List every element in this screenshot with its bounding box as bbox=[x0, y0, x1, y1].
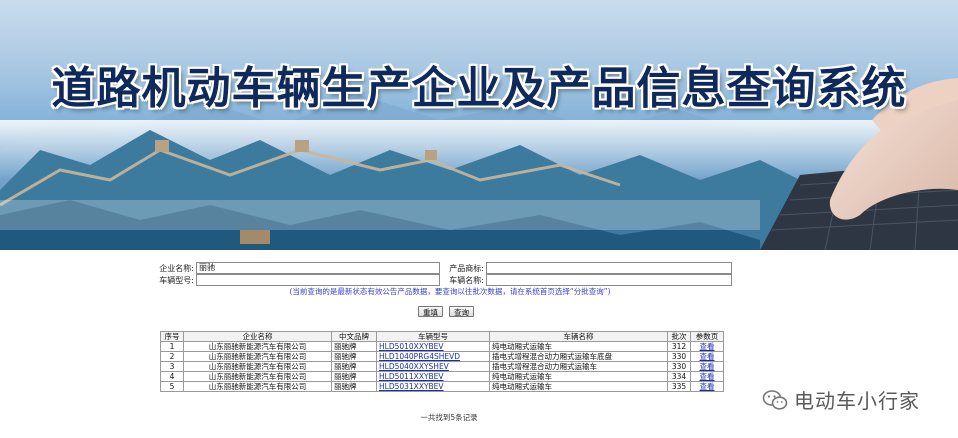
view-params-link[interactable]: 查看 bbox=[700, 382, 715, 391]
cell-no: 5 bbox=[160, 381, 184, 392]
model-row: 车辆型号: bbox=[150, 274, 440, 286]
header-model: 车辆型号 bbox=[376, 331, 490, 342]
vehicle-name-row: 车辆名称: bbox=[440, 274, 732, 286]
view-params-link[interactable]: 查看 bbox=[700, 362, 715, 371]
vehicle-model-link[interactable]: HLD5040XXYSHEV bbox=[379, 362, 449, 371]
search-button[interactable]: 查询 bbox=[449, 306, 474, 317]
vehicle-model-link[interactable]: HLD1040PRG4SHEVD bbox=[379, 352, 460, 361]
header-banner: 道路机动车辆生产企业及产品信息查询系统 bbox=[0, 0, 958, 250]
cell-vehicle-name: 插电式增程混合动力厢式运输车底盘 bbox=[489, 351, 668, 362]
cell-batch: 330 bbox=[667, 351, 691, 362]
header-vehicle-name: 车辆名称 bbox=[489, 331, 668, 342]
cell-vehicle-name: 纯电动厢式运输车 bbox=[489, 381, 668, 392]
cell-brand: 丽驰牌 bbox=[331, 381, 377, 392]
company-label: 企业名称: bbox=[159, 263, 194, 273]
cell-company: 山东丽驰新能源汽车有限公司 bbox=[183, 381, 332, 392]
company-row: 企业名称: bbox=[150, 262, 440, 274]
trademark-input[interactable] bbox=[486, 262, 732, 274]
header-batch: 批次 bbox=[667, 331, 691, 342]
table-row: 5 山东丽驰新能源汽车有限公司 丽驰牌 HLD5031XXYBEV 纯电动厢式运… bbox=[160, 381, 724, 392]
vehicle-name-input[interactable] bbox=[486, 274, 732, 286]
table-row: 2 山东丽驰新能源汽车有限公司 丽驰牌 HLD1040PRG4SHEVD 插电式… bbox=[160, 351, 724, 362]
cell-company: 山东丽驰新能源汽车有限公司 bbox=[183, 371, 332, 382]
cell-brand: 丽驰牌 bbox=[331, 341, 377, 352]
cell-brand: 丽驰牌 bbox=[331, 351, 377, 362]
results-table: 序号 企业名称 中文品牌 车辆型号 车辆名称 批次 参数页 1 山东丽驰新能源汽… bbox=[160, 331, 724, 392]
vehicle-name-label: 车辆名称: bbox=[449, 275, 484, 285]
trademark-row: 产品商标: bbox=[440, 262, 732, 274]
vehicle-model-link[interactable]: HLD5011XXYBEV bbox=[379, 372, 444, 381]
reset-button[interactable]: 重填 bbox=[418, 306, 443, 317]
header-params: 参数页 bbox=[690, 331, 724, 342]
model-label: 车辆型号: bbox=[159, 275, 194, 285]
company-name-input[interactable] bbox=[196, 262, 440, 274]
header-company: 企业名称 bbox=[183, 331, 332, 342]
cell-batch: 330 bbox=[667, 361, 691, 372]
cell-batch: 312 bbox=[667, 341, 691, 352]
query-notice: (当前查询的是最新状态有效公告产品数据，要查询以往批次数据，请在系统首页选择“分… bbox=[289, 287, 611, 296]
vehicle-model-link[interactable]: HLD5010XXYBEV bbox=[379, 342, 444, 351]
cell-brand: 丽驰牌 bbox=[331, 371, 377, 382]
page-title: 道路机动车辆生产企业及产品信息查询系统 bbox=[51, 63, 907, 114]
view-params-link[interactable]: 查看 bbox=[700, 352, 715, 361]
table-header-row: 序号 企业名称 中文品牌 车辆型号 车辆名称 批次 参数页 bbox=[160, 331, 724, 342]
trademark-label: 产品商标: bbox=[449, 263, 484, 273]
cell-no: 2 bbox=[160, 351, 184, 362]
vehicle-model-input[interactable] bbox=[196, 274, 440, 286]
great-wall-landscape-image bbox=[0, 78, 958, 250]
cell-batch: 335 bbox=[667, 381, 691, 392]
view-params-link[interactable]: 查看 bbox=[700, 342, 715, 351]
view-params-link[interactable]: 查看 bbox=[700, 372, 715, 381]
header-brand: 中文品牌 bbox=[331, 331, 377, 342]
cell-no: 3 bbox=[160, 361, 184, 372]
cell-company: 山东丽驰新能源汽车有限公司 bbox=[183, 361, 332, 372]
cell-batch: 334 bbox=[667, 371, 691, 382]
cell-vehicle-name: 纯电动厢式运输车 bbox=[489, 371, 668, 382]
cell-brand: 丽驰牌 bbox=[331, 361, 377, 372]
watermark: 电动车小行家 bbox=[762, 385, 920, 414]
cell-vehicle-name: 纯电动厢式运输车 bbox=[489, 341, 668, 352]
table-row: 4 山东丽驰新能源汽车有限公司 丽驰牌 HLD5011XXYBEV 纯电动厢式运… bbox=[160, 371, 724, 382]
watermark-text: 电动车小行家 bbox=[794, 389, 920, 413]
header-no: 序号 bbox=[160, 331, 184, 342]
vehicle-model-link[interactable]: HLD5031XXYBEV bbox=[379, 382, 444, 391]
cell-company: 山东丽驰新能源汽车有限公司 bbox=[183, 351, 332, 362]
cell-vehicle-name: 插电式增程混合动力厢式运输车 bbox=[489, 361, 668, 372]
table-row: 3 山东丽驰新能源汽车有限公司 丽驰牌 HLD5040XXYSHEV 插电式增程… bbox=[160, 361, 724, 372]
table-row: 1 山东丽驰新能源汽车有限公司 丽驰牌 HLD5010XXYBEV 纯电动厢式运… bbox=[160, 341, 724, 352]
wechat-icon bbox=[762, 389, 788, 410]
form-buttons: 重填 查询 bbox=[418, 306, 474, 317]
cell-no: 1 bbox=[160, 341, 184, 352]
record-count: 一共找到5条记录 bbox=[420, 413, 478, 422]
cell-no: 4 bbox=[160, 371, 184, 382]
cell-company: 山东丽驰新能源汽车有限公司 bbox=[183, 341, 332, 352]
